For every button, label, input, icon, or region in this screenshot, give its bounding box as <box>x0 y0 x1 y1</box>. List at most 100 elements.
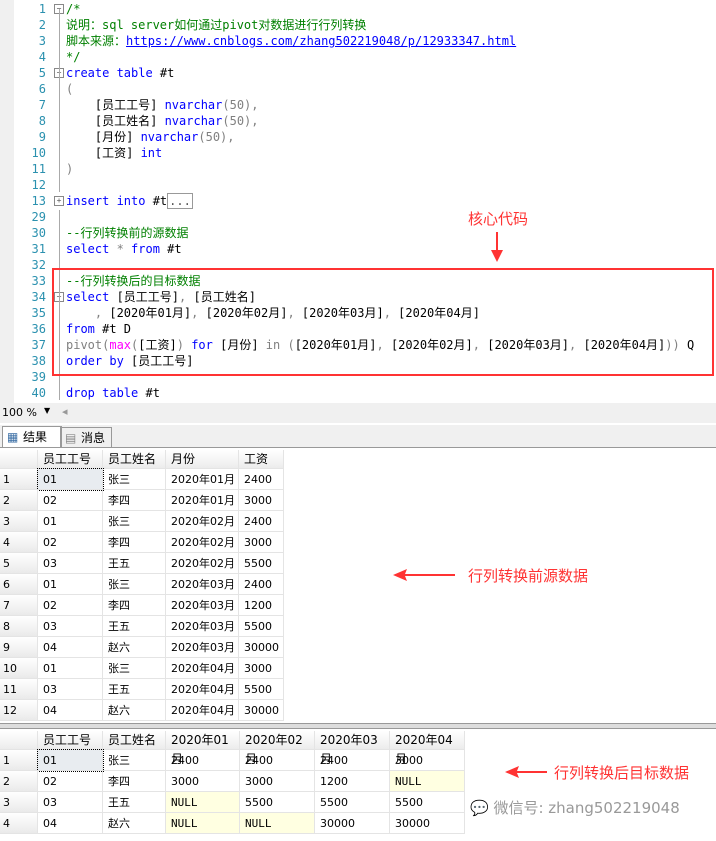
row-header[interactable]: 2 <box>0 490 38 511</box>
table-cell[interactable]: 王五 <box>103 616 166 637</box>
table-cell[interactable]: 2400 <box>166 750 240 771</box>
code-line[interactable]: [员工工号] nvarchar(50), <box>66 97 259 113</box>
code-line[interactable]: 脚本来源：https://www.cnblogs.com/zhang502219… <box>66 33 516 49</box>
table-cell[interactable]: NULL <box>390 771 465 792</box>
code-line[interactable]: [员工姓名] nvarchar(50), <box>66 113 259 129</box>
table-cell[interactable]: 张三 <box>103 574 166 595</box>
table-cell[interactable]: 张三 <box>103 511 166 532</box>
row-header[interactable]: 11 <box>0 679 38 700</box>
row-header[interactable]: 3 <box>0 792 38 813</box>
code-line[interactable]: [工资] int <box>66 145 162 161</box>
code-line[interactable]: [月份] nvarchar(50), <box>66 129 235 145</box>
column-header[interactable]: 2020年04月 <box>390 731 465 766</box>
table-cell[interactable]: 03 <box>38 553 103 574</box>
row-header[interactable]: 4 <box>0 532 38 553</box>
row-header[interactable]: 9 <box>0 637 38 658</box>
table-cell[interactable]: 04 <box>38 700 103 721</box>
table-cell[interactable]: 3000 <box>390 750 465 771</box>
table-cell[interactable]: 04 <box>38 637 103 658</box>
table-cell[interactable]: 李四 <box>103 595 166 616</box>
table-cell[interactable]: 03 <box>38 679 103 700</box>
table-cell[interactable]: 30000 <box>239 700 284 721</box>
table-cell[interactable]: 赵六 <box>103 813 166 834</box>
sql-editor[interactable]: 1−/*2说明：sql server如何通过pivot对数据进行行列转换3脚本来… <box>0 0 716 403</box>
code-line[interactable]: create table #t <box>66 65 174 81</box>
table-cell[interactable]: 2020年03月 <box>166 574 239 595</box>
results-grid-source[interactable]: 员工工号 员工姓名 月份 工资 1 01 张三 2020年01月 2400 2 02 李四 2020年0… <box>0 450 716 723</box>
table-cell[interactable]: 2020年01月 <box>166 490 239 511</box>
table-cell[interactable]: 2400 <box>240 750 315 771</box>
code-line[interactable]: drop table #t <box>66 385 160 401</box>
code-token[interactable]: ... <box>167 193 193 209</box>
table-cell[interactable]: 5500 <box>239 553 284 574</box>
table-cell[interactable]: 01 <box>37 749 104 772</box>
table-cell[interactable]: NULL <box>166 792 240 813</box>
table-cell[interactable]: 李四 <box>103 771 166 792</box>
table-cell[interactable]: NULL <box>240 813 315 834</box>
table-cell[interactable]: 2020年02月 <box>166 532 239 553</box>
table-cell[interactable]: 2400 <box>239 574 284 595</box>
column-header[interactable]: 工资 <box>239 450 284 469</box>
table-cell[interactable]: NULL <box>166 813 240 834</box>
table-cell[interactable]: 5500 <box>240 792 315 813</box>
zoom-select[interactable]: 100 % <box>2 406 37 419</box>
code-line[interactable]: 说明：sql server如何通过pivot对数据进行行列转换 <box>66 17 366 33</box>
table-cell[interactable]: 2020年03月 <box>166 637 239 658</box>
row-header[interactable]: 7 <box>0 595 38 616</box>
table-cell[interactable]: 5500 <box>390 792 465 813</box>
table-cell[interactable]: 2020年01月 <box>166 469 239 490</box>
code-line[interactable]: */ <box>66 49 80 65</box>
code-line[interactable]: --行列转换前的源数据 <box>66 225 188 241</box>
table-cell[interactable]: 2020年02月 <box>166 511 239 532</box>
table-cell[interactable]: 3000 <box>239 532 284 553</box>
row-header[interactable]: 10 <box>0 658 38 679</box>
table-cell[interactable]: 王五 <box>103 679 166 700</box>
row-header[interactable]: 5 <box>0 553 38 574</box>
grid-splitter[interactable] <box>0 723 716 729</box>
tab-results[interactable]: ▦ 结果 <box>2 426 62 447</box>
table-cell[interactable]: 2020年04月 <box>166 700 239 721</box>
row-header[interactable]: 4 <box>0 813 38 834</box>
column-header[interactable]: 员工工号 <box>38 450 103 469</box>
table-cell[interactable]: 30000 <box>390 813 465 834</box>
table-cell[interactable]: 3000 <box>239 490 284 511</box>
code-line[interactable]: ( <box>66 81 73 97</box>
table-cell[interactable]: 2400 <box>239 511 284 532</box>
table-cell[interactable]: 30000 <box>239 637 284 658</box>
expand-icon[interactable]: + <box>54 196 64 206</box>
column-header[interactable]: 月份 <box>166 450 239 469</box>
grid-corner[interactable] <box>0 450 38 469</box>
table-cell[interactable]: 01 <box>38 574 103 595</box>
table-cell[interactable]: 李四 <box>103 532 166 553</box>
column-header[interactable]: 2020年02月 <box>240 731 315 766</box>
column-header[interactable]: 员工姓名 <box>103 450 166 469</box>
row-header[interactable]: 1 <box>0 469 38 490</box>
table-cell[interactable]: 2020年04月 <box>166 679 239 700</box>
row-header[interactable]: 6 <box>0 574 38 595</box>
table-cell[interactable]: 02 <box>38 771 103 792</box>
scroll-left-icon[interactable]: ◂ <box>62 405 68 418</box>
source-link[interactable]: https://www.cnblogs.com/zhang502219048/p… <box>126 34 516 48</box>
table-cell[interactable]: 2020年03月 <box>166 595 239 616</box>
row-header[interactable]: 8 <box>0 616 38 637</box>
chevron-down-icon[interactable]: ▼ <box>44 406 50 415</box>
table-cell[interactable]: 3000 <box>166 771 240 792</box>
row-header[interactable]: 1 <box>0 750 38 771</box>
table-cell[interactable]: 2020年03月 <box>166 616 239 637</box>
table-cell[interactable]: 03 <box>38 616 103 637</box>
column-header[interactable]: 员工姓名 <box>103 731 166 750</box>
table-cell[interactable]: 王五 <box>103 792 166 813</box>
table-cell[interactable]: 02 <box>38 490 103 511</box>
code-line[interactable]: select * from #t <box>66 241 182 257</box>
code-line[interactable]: ) <box>66 161 73 177</box>
column-header[interactable]: 2020年01月 <box>166 731 240 766</box>
table-cell[interactable]: 02 <box>38 532 103 553</box>
table-cell[interactable]: 张三 <box>103 469 166 490</box>
table-cell[interactable]: 3000 <box>239 658 284 679</box>
row-header[interactable]: 12 <box>0 700 38 721</box>
table-cell[interactable]: 2020年04月 <box>166 658 239 679</box>
table-cell[interactable]: 2400 <box>315 750 390 771</box>
code-line[interactable]: /* <box>66 1 80 17</box>
table-cell[interactable]: 30000 <box>315 813 390 834</box>
table-cell[interactable]: 李四 <box>103 490 166 511</box>
